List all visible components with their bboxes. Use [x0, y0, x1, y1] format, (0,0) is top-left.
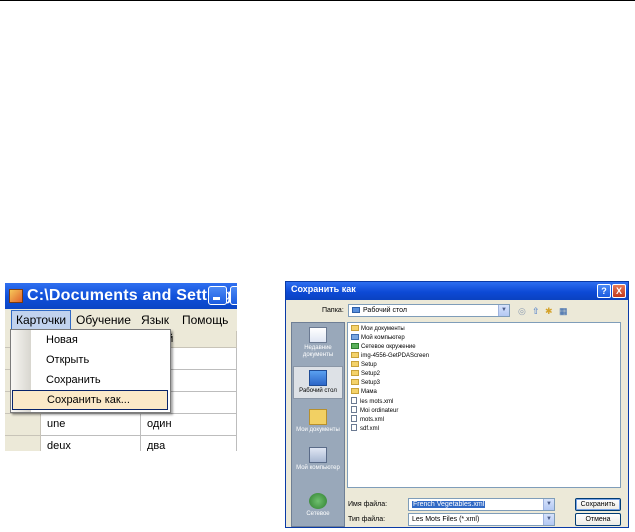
file-dropdown-menu: Новая Открыть Сохранить Сохранить как... [10, 329, 171, 413]
file-name: Moi ordinateur [360, 408, 399, 414]
views-menu-icon[interactable]: ▦ [559, 306, 568, 316]
place-desktop[interactable]: Рабочий стол [293, 366, 343, 399]
menu-item-open[interactable]: Открыть [12, 350, 168, 370]
maximize-button[interactable] [230, 286, 237, 305]
dialog-title-bar[interactable]: Сохранить как ? X [286, 282, 628, 300]
grid-cell[interactable]: une [41, 414, 141, 436]
place-my-computer[interactable]: Мой компьютер [293, 447, 343, 472]
file-item[interactable]: sdf.xml [351, 424, 379, 433]
grid-cell[interactable]: один [141, 414, 237, 436]
folder-icon [351, 352, 359, 358]
folder-value: Рабочий стол [363, 307, 407, 314]
grid-cell[interactable]: deux [41, 436, 141, 451]
folder-icon [351, 388, 359, 394]
menu-language[interactable]: Язык [141, 312, 169, 328]
file-item[interactable]: mots.xml [351, 415, 384, 424]
filetype-value: Les Mots Files (*.xml) [412, 516, 480, 523]
back-icon[interactable]: ◎ [518, 306, 526, 316]
filetype-select[interactable]: Les Mots Files (*.xml) ▼ [408, 513, 555, 526]
file-name: Setup [361, 362, 377, 368]
close-button[interactable]: X [612, 284, 626, 298]
file-list[interactable]: Мои документы Мой компьютер Сетевое окру… [347, 322, 621, 488]
folder-icon [351, 325, 359, 331]
filename-label: Имя файла: [348, 501, 388, 508]
up-folder-icon[interactable]: ⇧ [532, 306, 540, 316]
top-rule [0, 0, 635, 1]
file-name: Сетевое окружение [361, 344, 416, 350]
new-folder-icon[interactable]: ✱ [545, 306, 553, 316]
place-recent-documents[interactable]: Недавние документы [293, 327, 343, 359]
folder-combo[interactable]: Рабочий стол ▼ [348, 304, 510, 317]
file-item[interactable]: Сетевое окружение [351, 343, 416, 352]
minimize-button[interactable] [208, 286, 227, 305]
file-item[interactable]: Мама [351, 388, 377, 397]
save-as-dialog: Сохранить как ? X Папка: Рабочий стол ▼ … [285, 281, 629, 528]
file-item[interactable]: Setup2 [351, 370, 380, 379]
window-title-bar[interactable]: C:\Documents and Settings\Зл... [5, 283, 237, 309]
menu-item-save-as[interactable]: Сохранить как... [12, 390, 168, 410]
menu-help[interactable]: Помощь [182, 312, 228, 328]
file-name: Мой компьютер [361, 335, 405, 341]
help-button[interactable]: ? [597, 284, 611, 298]
place-label: Мой компьютер [296, 465, 340, 471]
file-name: mots.xml [360, 417, 384, 423]
my-computer-icon [309, 447, 327, 463]
menu-cards[interactable]: Карточки [11, 310, 72, 330]
save-button[interactable]: Сохранить [575, 498, 621, 511]
filename-field[interactable]: French Vegetables.xml ▼ [408, 498, 555, 511]
xml-file-icon [351, 397, 357, 404]
menu-item-new[interactable]: Новая [12, 330, 168, 350]
menu-item-save[interactable]: Сохранить [12, 370, 168, 390]
file-name: Setup2 [361, 371, 381, 377]
chevron-down-icon[interactable]: ▼ [543, 499, 554, 510]
chevron-down-icon[interactable]: ▼ [498, 305, 509, 316]
row-header[interactable] [5, 414, 41, 436]
place-my-documents[interactable]: Мои документы [293, 409, 343, 434]
folder-label: Папка: [322, 307, 344, 314]
folder-icon [351, 361, 359, 367]
file-name: Мама [361, 389, 377, 395]
file-name: sdf.xml [360, 426, 380, 432]
place-label: Недавние документы [302, 345, 334, 358]
place-network[interactable]: Сетевое [293, 493, 343, 518]
xml-file-icon [351, 424, 357, 431]
xml-file-icon [351, 406, 357, 413]
file-item[interactable]: Мои документы [351, 325, 405, 334]
desktop-icon [309, 370, 327, 386]
place-label: Мои документы [296, 427, 340, 433]
my-documents-icon [309, 409, 327, 425]
app-icon [9, 289, 23, 303]
place-label: Сетевое [306, 511, 330, 517]
place-label: Рабочий стол [299, 388, 337, 394]
dialog-title: Сохранить как [291, 284, 356, 294]
places-bar: Недавние документы Рабочий стол Мои доку… [291, 322, 345, 527]
main-window: C:\Documents and Settings\Зл... Карточки… [5, 283, 237, 451]
chevron-down-icon[interactable]: ▼ [543, 514, 554, 525]
folder-icon [351, 379, 359, 385]
file-name: les mots.xml [360, 399, 394, 405]
cancel-button[interactable]: Отмена [575, 513, 621, 526]
filetype-label: Тип файла: [348, 516, 386, 523]
file-name: Мои документы [361, 326, 405, 332]
recent-docs-icon [309, 327, 327, 343]
grid-cell[interactable]: два [141, 436, 237, 451]
file-item[interactable]: les mots.xml [351, 397, 393, 406]
file-item[interactable]: Setup3 [351, 379, 380, 388]
menu-training[interactable]: Обучение [76, 312, 131, 328]
window-title: C:\Documents and Settings\Зл... [27, 287, 237, 304]
network-icon [351, 343, 359, 349]
xml-file-icon [351, 415, 357, 422]
row-header[interactable] [5, 436, 41, 451]
folder-icon [351, 370, 359, 376]
computer-icon [351, 334, 359, 340]
file-name: Setup3 [361, 380, 381, 386]
network-icon [309, 493, 327, 509]
folder-combo-icon [352, 307, 360, 313]
file-name: img-4556-GetPDAScreen [361, 353, 430, 359]
file-item[interactable]: img-4556-GetPDAScreen [351, 352, 429, 361]
file-item[interactable]: Мой компьютер [351, 334, 405, 343]
file-item[interactable]: Moi ordinateur [351, 406, 398, 415]
file-item[interactable]: Setup [351, 361, 377, 370]
filename-value: French Vegetables.xml [412, 501, 486, 508]
